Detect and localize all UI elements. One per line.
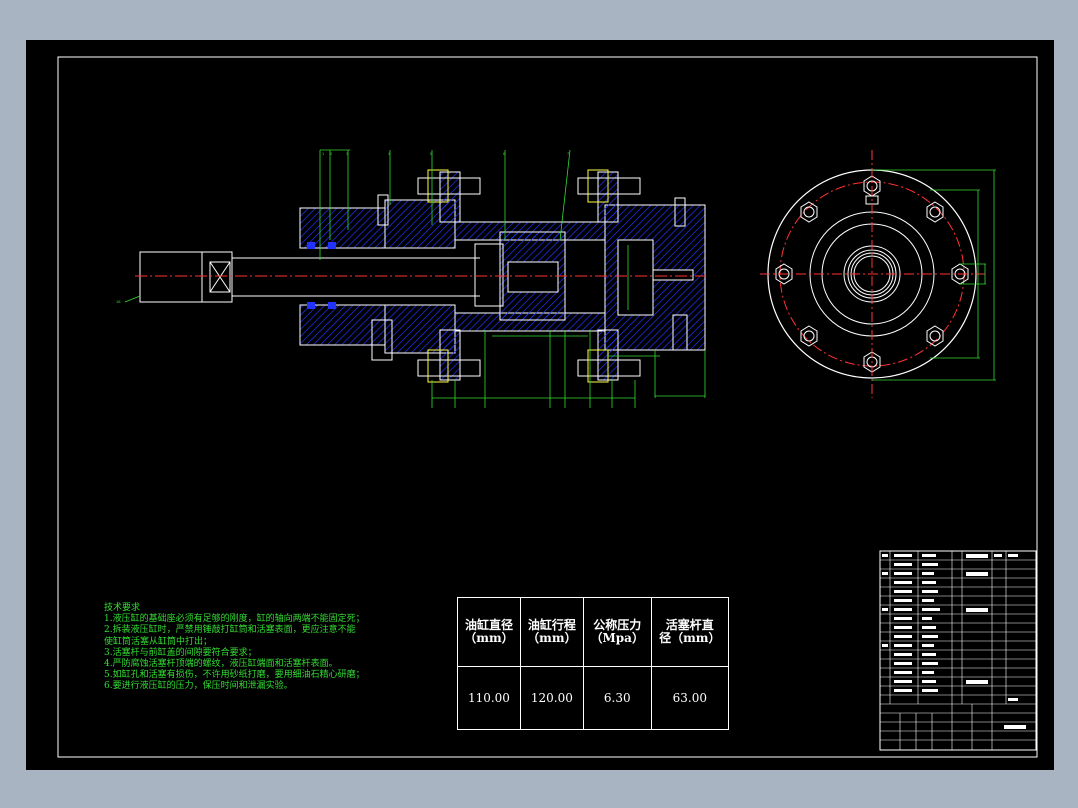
note-line: 1.液压缸的基础座必须有足够的刚度，缸的轴向两端不能固定死； [104,614,365,625]
notes-heading: 技术要求 [104,603,141,613]
svg-text:3: 3 [346,151,349,156]
technical-requirements: 技术要求 1.液压缸的基础座必须有足够的刚度，缸的轴向两端不能固定死； 2.拆装… [104,603,365,693]
value-nominal-pressure: 6.30 [582,666,652,730]
drawing-canvas[interactable]: 123 456 7 18 技术要求 1.液压缸的基础座必须有足够的刚度，缸的轴向… [26,40,1054,770]
note-line: 4.严防腐蚀活塞杆顶端的螺纹，液压缸端面和活塞杆表面。 [104,659,338,670]
flange-end-view [760,150,996,398]
header-rod-diameter: 活塞杆直 径（mm） [650,597,730,667]
svg-text:18: 18 [116,299,121,304]
header-cylinder-diameter: 油缸直径 （mm） [457,597,521,667]
note-line: 6.要进行液压缸的压力，保压时间和泄漏实验。 [104,681,293,692]
svg-text:2: 2 [330,151,333,156]
header-nominal-pressure: 公称压力 （Mpa） [582,597,652,667]
spec-table: 油缸直径 （mm） 油缸行程 （mm） 公称压力 （Mpa） 活塞杆直 径（mm… [457,597,730,730]
value-cylinder-stroke: 120.00 [519,666,584,730]
value-rod-diameter: 63.00 [650,666,730,730]
note-line: 2.拆装液压缸时，严禁用锤敲打缸筒和活塞表面，更应注意不能 [104,625,356,636]
title-block [879,550,1037,751]
svg-text:1: 1 [322,151,325,156]
note-line: 3.活塞杆与前缸盖的间隙要符合要求； [104,647,257,658]
note-line: 使缸筒活塞从缸筒中打出； [104,636,213,647]
svg-text:6: 6 [503,151,506,156]
svg-text:4: 4 [388,151,391,156]
value-cylinder-diameter: 110.00 [457,666,521,730]
cylinder-section-view: 123 456 718 [116,149,706,408]
svg-text:5: 5 [430,151,433,156]
note-line: 5.如缸孔和活塞有损伤，不许用砂纸打磨，要用细油石精心研磨； [104,670,365,681]
header-cylinder-stroke: 油缸行程 （mm） [519,597,584,667]
